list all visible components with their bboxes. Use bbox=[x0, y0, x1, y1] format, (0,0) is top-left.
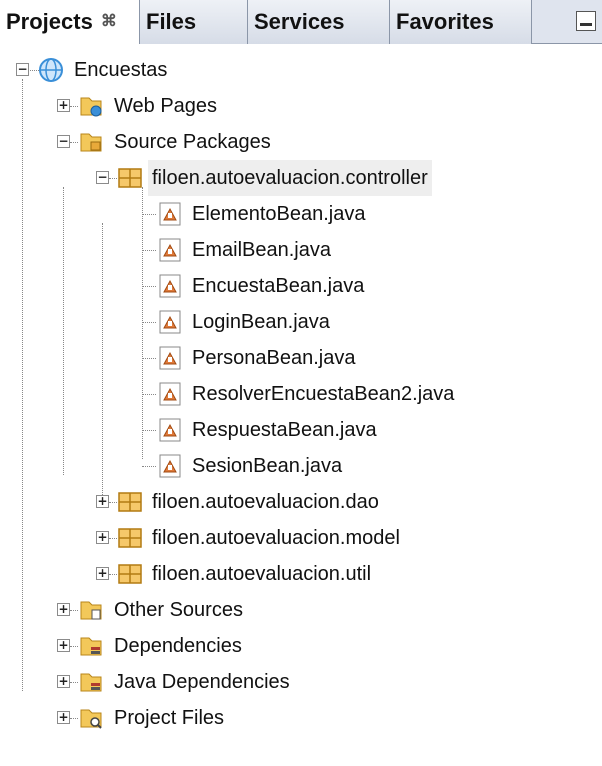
tab-services[interactable]: Services bbox=[248, 0, 390, 44]
expand-icon[interactable]: + bbox=[96, 495, 109, 508]
tab-favorites-label: Favorites bbox=[396, 9, 494, 34]
tree-connector bbox=[142, 250, 156, 251]
tree-label: ElementoBean.java bbox=[192, 203, 366, 225]
tree-label: Source Packages bbox=[114, 131, 271, 153]
tree-connector bbox=[109, 574, 117, 575]
package-icon bbox=[118, 564, 142, 584]
tree-node-file[interactable]: SesionBean.java bbox=[0, 448, 602, 484]
tree-label: SesionBean.java bbox=[192, 455, 343, 477]
expand-icon[interactable]: + bbox=[57, 711, 70, 724]
java-file-icon bbox=[159, 382, 181, 406]
tab-services-label: Services bbox=[254, 9, 345, 34]
collapse-icon[interactable]: − bbox=[57, 135, 70, 148]
tree-connector bbox=[70, 718, 78, 719]
package-icon bbox=[118, 528, 142, 548]
tree-label: Other Sources bbox=[114, 599, 243, 621]
source-folder-icon bbox=[80, 133, 102, 152]
tree-connector bbox=[142, 322, 156, 323]
java-file-icon bbox=[159, 310, 181, 334]
tree-node-package-model[interactable]: + filoen.autoevaluacion.model bbox=[0, 520, 602, 556]
dependencies-folder-icon bbox=[80, 637, 102, 656]
java-file-icon bbox=[159, 274, 181, 298]
tree-connector bbox=[142, 358, 156, 359]
tree-label: LoginBean.java bbox=[192, 311, 330, 333]
tab-bar: Projects ⌘ Files Services Favorites bbox=[0, 0, 602, 44]
tree-label: Encuestas bbox=[74, 59, 168, 81]
tree-label: ResolverEncuestaBean2.java bbox=[192, 383, 455, 405]
tree-connector bbox=[142, 430, 156, 431]
tree-node-dependencies[interactable]: + Dependencies bbox=[0, 628, 602, 664]
tree-connector bbox=[142, 394, 156, 395]
tree-label: Dependencies bbox=[114, 635, 242, 657]
java-file-icon bbox=[159, 238, 181, 262]
tree-connector bbox=[70, 142, 78, 143]
tree-connector bbox=[70, 106, 78, 107]
tree-node-web-pages[interactable]: + Web Pages bbox=[0, 88, 602, 124]
tree-label: filoen.autoevaluacion.controller bbox=[148, 160, 432, 196]
tree-node-file[interactable]: EmailBean.java bbox=[0, 232, 602, 268]
java-file-icon bbox=[159, 418, 181, 442]
tree-connector bbox=[142, 214, 156, 215]
tree-node-file[interactable]: EncuestaBean.java bbox=[0, 268, 602, 304]
tree-node-package-util[interactable]: + filoen.autoevaluacion.util bbox=[0, 556, 602, 592]
tree-label: EncuestaBean.java bbox=[192, 275, 365, 297]
tab-projects-label: Projects bbox=[6, 9, 93, 34]
expand-icon[interactable]: + bbox=[57, 603, 70, 616]
tree-label: PersonaBean.java bbox=[192, 347, 356, 369]
tree-node-file[interactable]: RespuestaBean.java bbox=[0, 412, 602, 448]
tree-connector bbox=[70, 682, 78, 683]
tree-node-source-packages[interactable]: − Source Packages bbox=[0, 124, 602, 160]
tree-node-package-dao[interactable]: + filoen.autoevaluacion.dao bbox=[0, 484, 602, 520]
collapse-icon[interactable]: − bbox=[96, 171, 109, 184]
package-icon bbox=[118, 492, 142, 512]
tree-label: RespuestaBean.java bbox=[192, 419, 377, 441]
tree-connector bbox=[109, 178, 117, 179]
package-icon bbox=[118, 168, 142, 188]
tree-node-file[interactable]: PersonaBean.java bbox=[0, 340, 602, 376]
project-globe-icon bbox=[39, 58, 63, 82]
expand-icon[interactable]: + bbox=[57, 639, 70, 652]
java-file-icon bbox=[159, 202, 181, 226]
tree-node-other-sources[interactable]: + Other Sources bbox=[0, 592, 602, 628]
tree-node-file[interactable]: ElementoBean.java bbox=[0, 196, 602, 232]
tree-label: Project Files bbox=[114, 707, 225, 729]
tree-node-file[interactable]: ResolverEncuestaBean2.java bbox=[0, 376, 602, 412]
expand-icon[interactable]: + bbox=[96, 531, 109, 544]
tree-node-file[interactable]: LoginBean.java bbox=[0, 304, 602, 340]
java-file-icon bbox=[159, 346, 181, 370]
tree-label: filoen.autoevaluacion.model bbox=[152, 527, 400, 549]
tree-connector bbox=[70, 646, 78, 647]
java-dependencies-folder-icon bbox=[80, 673, 102, 692]
tree-label: filoen.autoevaluacion.util bbox=[152, 563, 372, 585]
tree-label: filoen.autoevaluacion.dao bbox=[152, 491, 379, 513]
expand-icon[interactable]: + bbox=[96, 567, 109, 580]
project-files-folder-icon bbox=[80, 709, 102, 729]
tree-node-package-controller[interactable]: − filoen.autoevaluacion.controller bbox=[0, 160, 602, 196]
tab-favorites[interactable]: Favorites bbox=[390, 0, 532, 44]
close-icon[interactable]: ⌘ bbox=[101, 13, 117, 30]
java-file-icon bbox=[159, 454, 181, 478]
tab-projects[interactable]: Projects ⌘ bbox=[0, 0, 140, 44]
tree-node-project-files[interactable]: + Project Files bbox=[0, 700, 602, 736]
tree-label: Web Pages bbox=[114, 95, 218, 117]
expand-icon[interactable]: + bbox=[57, 675, 70, 688]
project-tree: − Encuestas + Web Pages − Source Package… bbox=[0, 44, 602, 766]
minimize-icon[interactable] bbox=[576, 11, 596, 31]
tree-connector bbox=[109, 502, 117, 503]
expand-icon[interactable]: + bbox=[57, 99, 70, 112]
tab-files[interactable]: Files bbox=[140, 0, 248, 44]
tree-node-encuestas[interactable]: − Encuestas bbox=[0, 52, 602, 88]
collapse-icon[interactable]: − bbox=[16, 63, 29, 76]
tree-connector bbox=[142, 286, 156, 287]
tree-connector bbox=[109, 538, 117, 539]
tree-label: EmailBean.java bbox=[192, 239, 331, 261]
tree-connector bbox=[70, 610, 78, 611]
tree-node-java-dependencies[interactable]: + Java Dependencies bbox=[0, 664, 602, 700]
tree-connector bbox=[142, 466, 156, 467]
tree-label: Java Dependencies bbox=[114, 671, 290, 693]
web-folder-icon bbox=[80, 97, 102, 117]
other-sources-folder-icon bbox=[80, 601, 102, 620]
tab-files-label: Files bbox=[146, 9, 197, 34]
